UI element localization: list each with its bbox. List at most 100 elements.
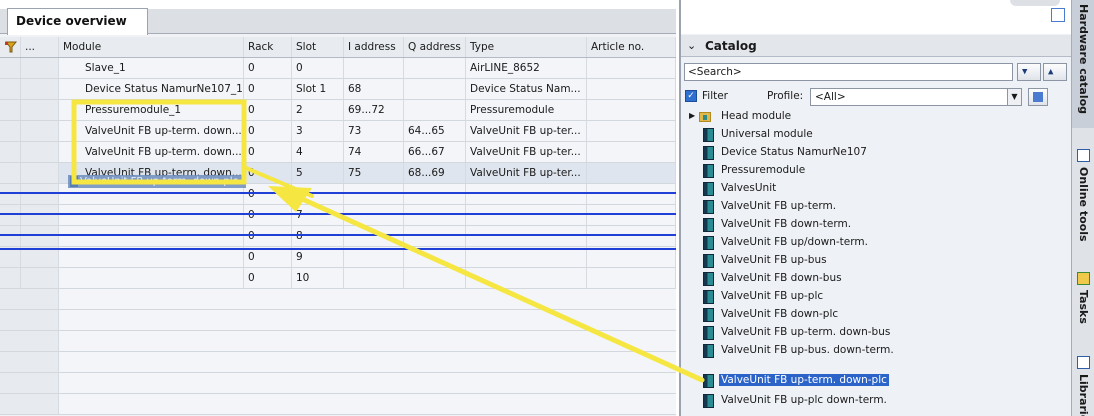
- logo-fragment: [1010, 0, 1060, 6]
- catalog-item[interactable]: ValveUnit FB up-term.: [681, 198, 1071, 216]
- cell-i-address[interactable]: 68: [344, 79, 404, 99]
- table-row[interactable]: ValveUnit FB up-term. down... 0 4 74 66.…: [0, 142, 676, 163]
- col-header-article-no[interactable]: Article no.: [587, 37, 676, 57]
- cell-module[interactable]: [59, 226, 244, 246]
- module-icon: [703, 254, 714, 268]
- catalog-item[interactable]: ValvesUnit: [681, 180, 1071, 198]
- cell-rack: 0: [244, 268, 292, 288]
- cell-q-address[interactable]: [404, 79, 466, 99]
- side-tab-libraries[interactable]: Libraries: [1072, 352, 1094, 416]
- cell-q-address[interactable]: 66...67: [404, 142, 466, 162]
- cell-module[interactable]: Pressuremodule_1: [59, 100, 244, 120]
- cell-i-address[interactable]: [344, 268, 404, 288]
- insertion-line: [0, 234, 676, 236]
- catalog-item[interactable]: ValveUnit FB up-term. down-bus: [681, 324, 1071, 342]
- cell-i-address[interactable]: [344, 58, 404, 78]
- module-icon: [703, 236, 714, 250]
- side-tab-online-tools[interactable]: Online tools: [1072, 143, 1094, 263]
- cell-module[interactable]: ValveUnit FB up-term. down...: [59, 121, 244, 141]
- cell-i-address[interactable]: 74: [344, 142, 404, 162]
- row-marker: [21, 142, 59, 162]
- catalog-item[interactable]: ValveUnit FB down-term.: [681, 216, 1071, 234]
- row-marker: [0, 100, 21, 120]
- side-tab-tasks[interactable]: Tasks: [1072, 268, 1094, 348]
- catalog-item[interactable]: ValveUnit FB up-bus. down-term.: [681, 342, 1071, 360]
- catalog-item-selected[interactable]: ValveUnit FB up-term. down-plc: [681, 372, 1071, 390]
- table-row[interactable]: 0 9: [0, 247, 676, 268]
- profile-select[interactable]: <All> ▼: [810, 88, 1022, 106]
- cell-i-address[interactable]: 75: [344, 163, 404, 183]
- cell-module[interactable]: Slave_1: [59, 58, 244, 78]
- col-header-type[interactable]: Type: [466, 37, 587, 57]
- col-header-ellipsis[interactable]: ...: [21, 37, 59, 57]
- cell-q-address[interactable]: [404, 226, 466, 246]
- search-down-button[interactable]: ▼: [1017, 63, 1041, 81]
- cell-module[interactable]: [59, 247, 244, 267]
- filter-icon-cell[interactable]: [0, 37, 21, 57]
- cell-module[interactable]: ValveUnit FB up-term. down...: [59, 142, 244, 162]
- filter-checkbox[interactable]: ✓: [685, 90, 697, 102]
- catalog-item[interactable]: Universal module: [681, 126, 1071, 144]
- module-icon: [703, 128, 714, 142]
- empty-row: [0, 394, 676, 415]
- side-tab-hardware-catalog[interactable]: Hardware catalog: [1072, 0, 1094, 128]
- catalog-item[interactable]: ValveUnit FB down-plc: [681, 306, 1071, 324]
- cell-i-address[interactable]: [344, 205, 404, 225]
- table-row[interactable]: 0 10: [0, 268, 676, 289]
- cell-i-address[interactable]: [344, 184, 404, 204]
- table-row[interactable]: Device Status NamurNe107_1 0 Slot 1 68 D…: [0, 79, 676, 100]
- table-row[interactable]: Slave_1 0 0 AirLINE_8652: [0, 58, 676, 79]
- dropdown-arrow-icon[interactable]: ▼: [1007, 89, 1021, 105]
- maximize-panel-icon[interactable]: [1051, 8, 1065, 22]
- tab-device-overview[interactable]: Device overview: [7, 8, 148, 35]
- table-row[interactable]: Pressuremodule_1 0 2 69...72 Pressuremod…: [0, 100, 676, 121]
- module-icon: [70, 176, 78, 187]
- table-row[interactable]: ValveUnit FB up-term. down... 0 3 73 64.…: [0, 121, 676, 142]
- cell-q-address[interactable]: 68...69: [404, 163, 466, 183]
- col-header-i-address[interactable]: I address: [344, 37, 404, 57]
- cell-q-address[interactable]: [404, 247, 466, 267]
- catalog-folder-head-module[interactable]: ▶ Head module: [681, 108, 1071, 126]
- col-header-q-address[interactable]: Q address: [404, 37, 466, 57]
- cell-module[interactable]: [59, 268, 244, 288]
- table-row[interactable]: 0 8: [0, 226, 676, 247]
- catalog-search-input[interactable]: <Search>: [684, 63, 1013, 81]
- cell-q-address[interactable]: [404, 205, 466, 225]
- cell-i-address[interactable]: [344, 247, 404, 267]
- filter-label: Filter: [702, 90, 729, 102]
- col-header-rack[interactable]: Rack: [244, 37, 292, 57]
- catalog-item-label: ValveUnit FB down-term.: [721, 218, 852, 230]
- tab-device-overview-label: Device overview: [16, 14, 127, 28]
- cell-i-address[interactable]: 69...72: [344, 100, 404, 120]
- cell-i-address[interactable]: 73: [344, 121, 404, 141]
- catalog-item[interactable]: Device Status NamurNe107: [681, 144, 1071, 162]
- cell-q-address[interactable]: [404, 100, 466, 120]
- cell-q-address[interactable]: 64...65: [404, 121, 466, 141]
- row-marker: [0, 205, 21, 225]
- catalog-item[interactable]: ValveUnit FB up-plc down-term.: [681, 392, 1071, 410]
- cell-module[interactable]: [59, 205, 244, 225]
- module-icon: [703, 200, 714, 214]
- cell-module[interactable]: Device Status NamurNe107_1: [59, 79, 244, 99]
- cell-q-address[interactable]: [404, 268, 466, 288]
- catalog-item[interactable]: ValveUnit FB up-bus: [681, 252, 1071, 270]
- cell-rack: 0: [244, 226, 292, 246]
- catalog-item-label: ValveUnit FB up-bus. down-term.: [721, 344, 894, 356]
- chevron-down-icon[interactable]: ⌄: [687, 39, 696, 52]
- row-marker: [21, 268, 59, 288]
- profile-settings-button[interactable]: [1028, 88, 1048, 106]
- drag-ghost-label: ValveUnit FB up-term. down-plc: [80, 176, 238, 187]
- cell-i-address[interactable]: [344, 226, 404, 246]
- table-row[interactable]: 0 7: [0, 205, 676, 226]
- catalog-item[interactable]: ValveUnit FB down-bus: [681, 270, 1071, 288]
- expand-arrow-icon[interactable]: ▶: [689, 111, 695, 120]
- col-header-module[interactable]: Module: [59, 37, 244, 57]
- catalog-item[interactable]: ValveUnit FB up/down-term.: [681, 234, 1071, 252]
- catalog-header[interactable]: ⌄ Catalog: [681, 35, 1071, 57]
- cell-q-address[interactable]: [404, 184, 466, 204]
- search-up-button[interactable]: ▲: [1043, 63, 1067, 81]
- col-header-slot[interactable]: Slot: [292, 37, 344, 57]
- cell-q-address[interactable]: [404, 58, 466, 78]
- catalog-item[interactable]: Pressuremodule: [681, 162, 1071, 180]
- catalog-item[interactable]: ValveUnit FB up-plc: [681, 288, 1071, 306]
